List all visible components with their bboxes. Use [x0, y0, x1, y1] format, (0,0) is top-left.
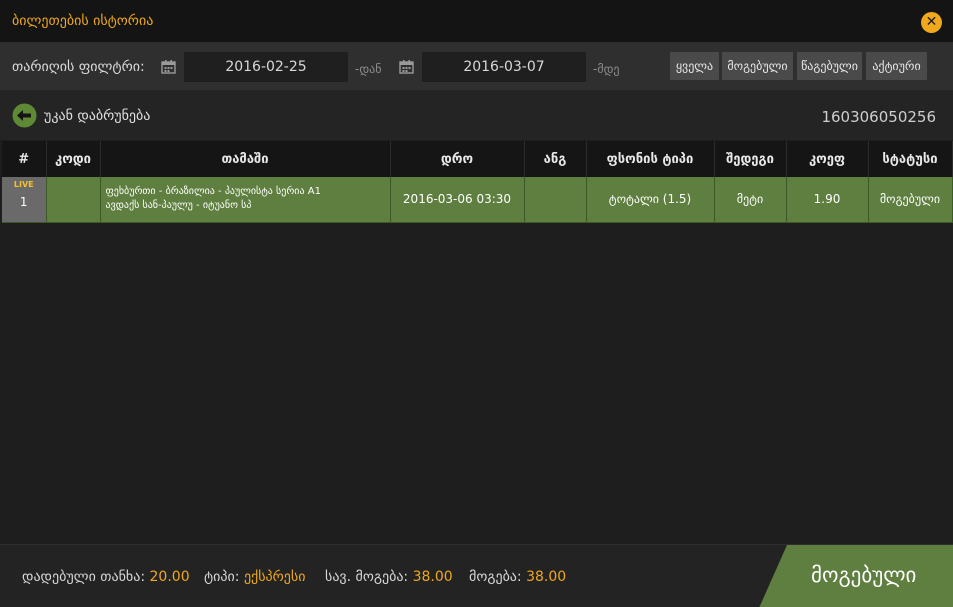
game-line-2: ავდაქს სან-პაულუ - იტუანო სპ	[105, 200, 252, 212]
cell-score	[524, 177, 587, 223]
win-label: მოგება:	[469, 569, 522, 585]
date-to-input[interactable]	[422, 52, 586, 82]
cell-number: LIVE 1	[2, 177, 47, 223]
cell-game: ფეხბურთი - ბრაზილია - პაულისტა სერია A1 …	[100, 177, 391, 223]
back-button[interactable]: უკან დაბრუნება	[44, 108, 150, 124]
potential-win-value: 38.00	[412, 569, 453, 585]
cell-time: 2016-03-06 03:30	[390, 177, 525, 223]
back-arrow-icon[interactable]	[12, 103, 37, 128]
ticket-id: 160306050256	[821, 108, 936, 126]
cell-code	[46, 177, 101, 223]
type-summary: ტიპი: ექსპრესი	[204, 569, 305, 585]
date-from-suffix: -დან	[355, 62, 382, 76]
calendar-icon[interactable]	[399, 59, 414, 74]
ticket-status-label: მოგებული	[811, 563, 917, 587]
date-to-suffix: -მდე	[593, 62, 620, 76]
cell-status: მოგებული	[868, 177, 953, 223]
header-result: შედეგი	[714, 141, 787, 177]
header-time: დრო	[390, 141, 525, 177]
stake-summary: დადებული თანხა: 20.00	[22, 569, 190, 585]
row-number: 1	[19, 195, 28, 210]
win-value: 38.00	[526, 569, 567, 585]
stake-value: 20.00	[149, 569, 190, 585]
stake-label: დადებული თანხა:	[22, 569, 146, 585]
game-line-1: ფეხბურთი - ბრაზილია - პაულისტა სერია A1	[105, 186, 321, 198]
date-from-input[interactable]	[184, 52, 348, 82]
filter-won-button[interactable]: მოგებული	[722, 52, 793, 80]
type-label: ტიპი:	[204, 569, 240, 585]
potential-win-summary: სავ. მოგება: 38.00	[325, 569, 453, 585]
ticket-status-badge: მოგებული	[759, 545, 953, 607]
back-row: უკან დაბრუნება 160306050256	[0, 90, 953, 140]
filter-lost-button[interactable]: წაგებული	[797, 52, 862, 80]
bets-table: # კოდი თამაში დრო ანგ ფსონის ტიპი შედეგი…	[2, 141, 953, 223]
filter-active-button[interactable]: აქტიური	[866, 52, 927, 80]
table-row[interactable]: LIVE 1 ფეხბურთი - ბრაზილია - პაულისტა სე…	[2, 177, 953, 223]
header-score: ანგ	[524, 141, 587, 177]
header-code: კოდი	[46, 141, 101, 177]
date-filter-label: თარიღის ფილტრი:	[12, 59, 145, 75]
table-header-row: # კოდი თამაში დრო ანგ ფსონის ტიპი შედეგი…	[2, 141, 953, 177]
window-title: ბილეთების ისტორია	[12, 13, 154, 29]
cell-bet-type: ტოტალი (1.5)	[586, 177, 715, 223]
cell-odds: 1.90	[786, 177, 869, 223]
live-badge: LIVE	[13, 180, 34, 189]
title-bar: ბილეთების ისტორია ✕	[0, 0, 953, 42]
calendar-icon[interactable]	[161, 59, 176, 74]
header-bet-type: ფსონის ტიპი	[586, 141, 715, 177]
ticket-summary-footer: დადებული თანხა: 20.00 ტიპი: ექსპრესი სავ…	[0, 544, 953, 607]
header-odds: კოეფ	[786, 141, 869, 177]
cell-result: მეტი	[714, 177, 787, 223]
header-game: თამაში	[100, 141, 391, 177]
header-number: #	[2, 141, 47, 177]
close-icon[interactable]: ✕	[921, 12, 942, 33]
win-summary: მოგება: 38.00	[469, 569, 566, 585]
header-status: სტატუსი	[868, 141, 953, 177]
date-filter-bar: თარიღის ფილტრი: -დან -მდე ყველა მოგებული…	[0, 42, 953, 90]
filter-all-button[interactable]: ყველა	[670, 52, 719, 80]
type-value: ექსპრესი	[243, 569, 306, 585]
potential-win-label: სავ. მოგება:	[325, 569, 409, 585]
